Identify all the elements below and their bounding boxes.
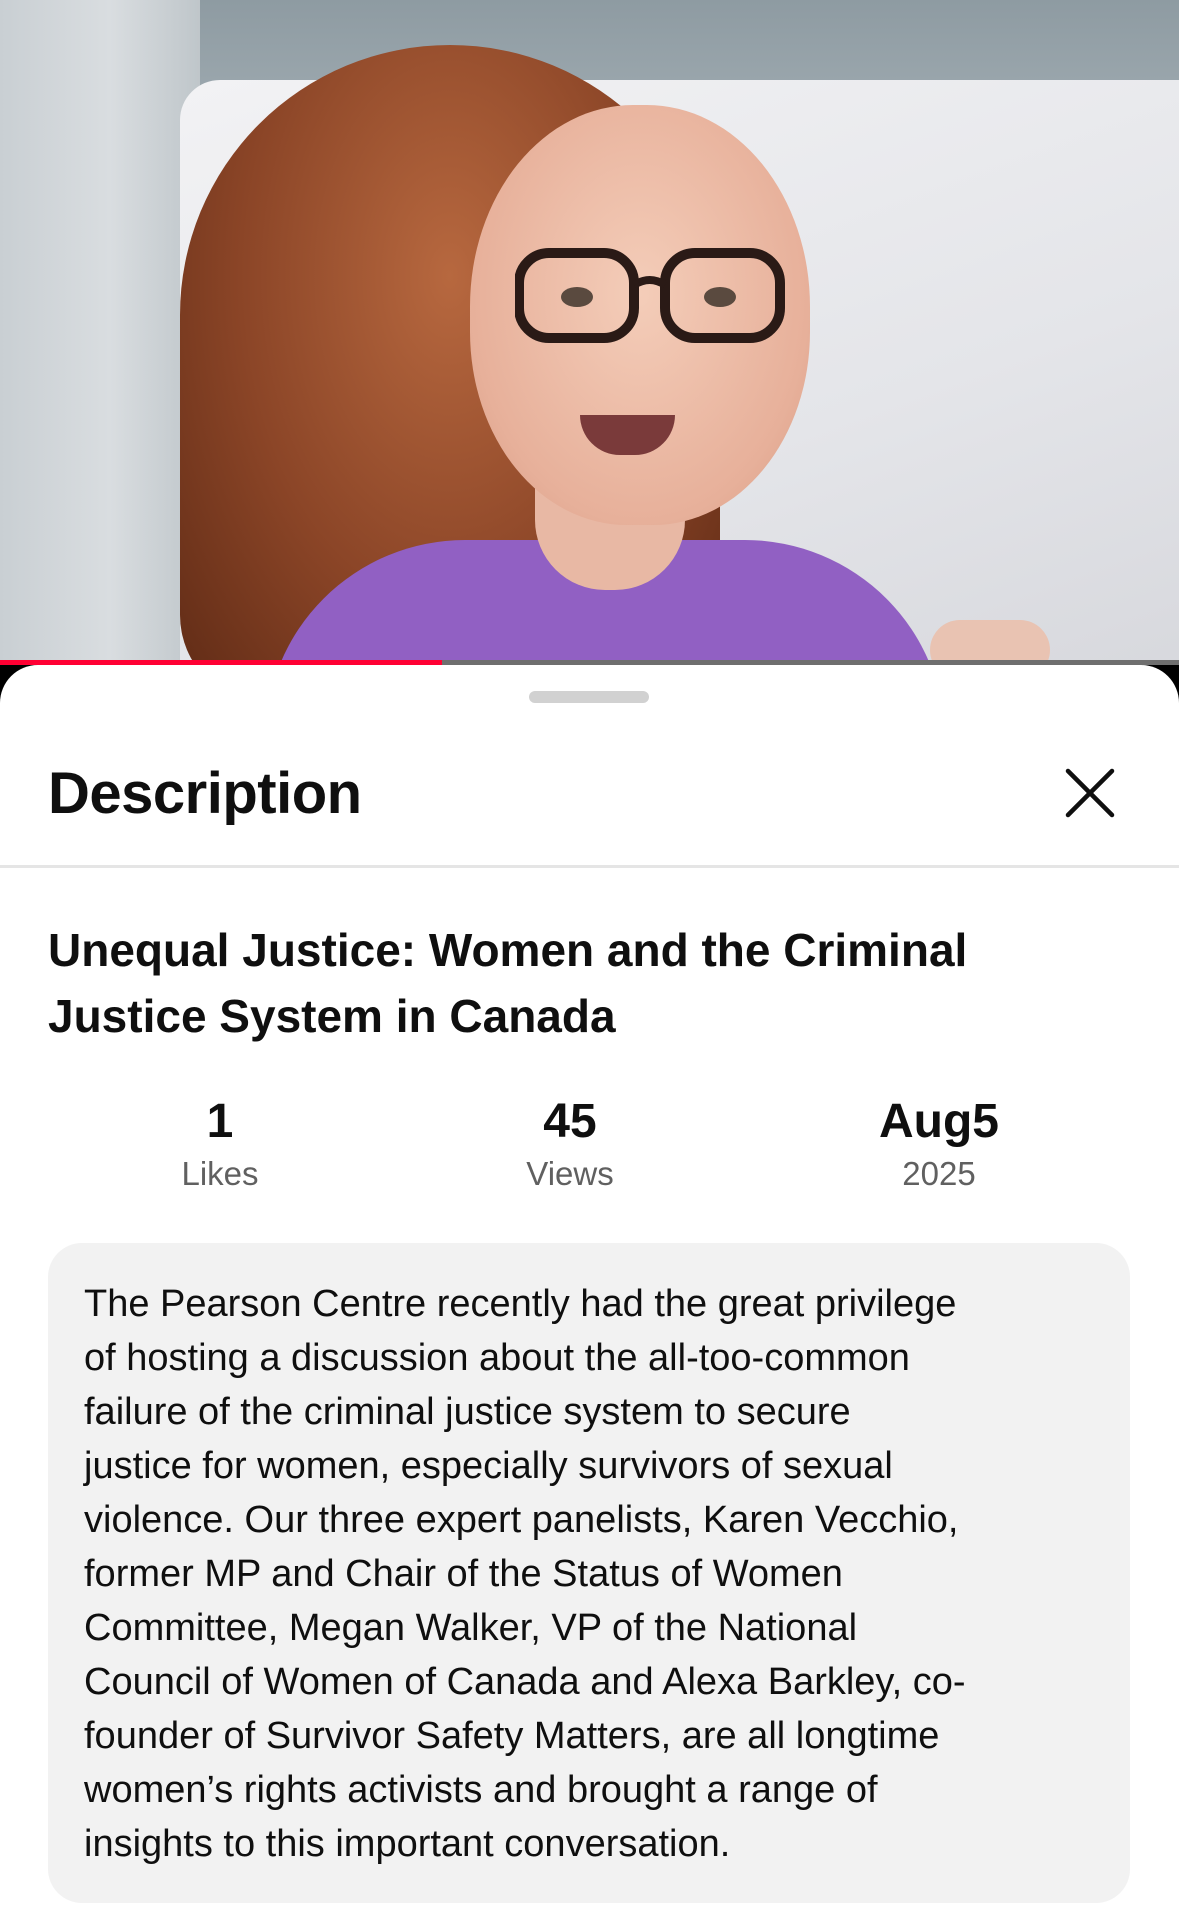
likes-label: Likes: [181, 1155, 259, 1192]
video-title: Unequal Justice: Women and the Criminal …: [48, 924, 968, 1042]
publish-date: Aug5: [879, 1095, 999, 1148]
drag-handle[interactable]: [529, 691, 649, 703]
close-icon[interactable]: [1060, 763, 1120, 823]
video-player[interactable]: [0, 0, 1179, 665]
likes-count: 1: [206, 1095, 234, 1148]
views-stat: 45 Views: [420, 1092, 720, 1196]
sheet-title: Description: [48, 761, 362, 826]
video-subject: [515, 248, 785, 343]
date-stat: Aug5 2025: [789, 1092, 1089, 1196]
likes-stat: 1 Likes: [70, 1092, 370, 1196]
description-text: The Pearson Centre recently had the grea…: [84, 1283, 966, 1865]
publish-year: 2025: [902, 1155, 976, 1192]
views-label: Views: [526, 1155, 614, 1192]
video-background: [0, 0, 200, 665]
divider: [0, 865, 1179, 868]
views-count: 45: [543, 1095, 597, 1148]
description-sheet: Description Unequal Justice: Women and t…: [0, 665, 1179, 1913]
description-box[interactable]: The Pearson Centre recently had the grea…: [48, 1243, 1130, 1903]
video-subject: [930, 620, 1050, 665]
